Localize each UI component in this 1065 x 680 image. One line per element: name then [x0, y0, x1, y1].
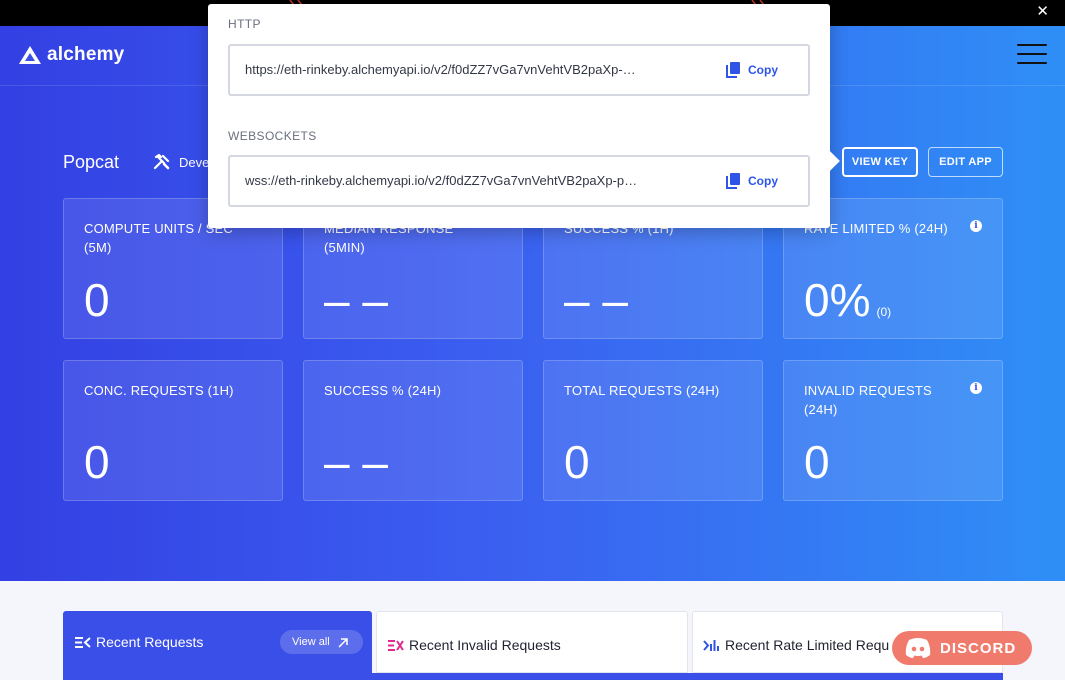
metric-value: – – — [324, 436, 388, 488]
websockets-section-label: WEBSOCKETS — [228, 129, 317, 143]
http-url-field[interactable]: https://eth-rinkeby.alchemyapi.io/v2/f0d… — [228, 44, 810, 96]
copy-websocket-button[interactable]: Copy — [726, 173, 778, 189]
metric-value: 0 — [564, 436, 590, 488]
metric-value: 0 — [804, 436, 830, 488]
alchemy-logo-icon — [19, 46, 41, 64]
tab-label: Recent Invalid Requests — [409, 637, 561, 653]
close-icon[interactable]: ✕ — [1036, 4, 1049, 20]
websocket-url-field[interactable]: wss://eth-rinkeby.alchemyapi.io/v2/f0dZZ… — [228, 155, 810, 207]
metric-card: CONC. REQUESTS (1H) 0 — [63, 360, 283, 501]
api-key-popover: HTTP https://eth-rinkeby.alchemyapi.io/v… — [208, 4, 840, 228]
requests-icon — [75, 637, 91, 648]
tools-icon — [153, 154, 170, 170]
metric-value: 0 — [84, 436, 110, 488]
tab-recent-invalid-requests[interactable]: Recent Invalid Requests — [376, 611, 688, 673]
rate-limit-icon — [703, 640, 719, 651]
metric-subvalue: (0) — [876, 305, 892, 319]
discord-button[interactable]: DISCORD — [892, 631, 1032, 665]
http-url[interactable]: https://eth-rinkeby.alchemyapi.io/v2/f0d… — [245, 62, 677, 77]
invalid-icon — [388, 640, 404, 651]
info-icon[interactable]: i — [970, 382, 982, 394]
copy-http-button[interactable]: Copy — [726, 62, 778, 78]
metric-card: SUCCESS % (24H) – – — [303, 360, 523, 501]
copy-icon — [726, 62, 740, 78]
tab-label: Recent Requests — [96, 634, 204, 650]
tab-label: Recent Rate Limited Requ — [725, 637, 890, 653]
metric-card: INVALID REQUESTS (24H) i 0 — [783, 360, 1003, 501]
discord-label: DISCORD — [940, 639, 1017, 657]
metric-label: CONC. REQUESTS (1H) — [84, 383, 234, 398]
copy-icon — [726, 173, 740, 189]
app-name: Popcat — [63, 152, 120, 172]
environment-tag: Deve — [153, 154, 209, 170]
metric-card: TOTAL REQUESTS (24H) 0 — [543, 360, 763, 501]
metric-value: – – — [564, 274, 628, 326]
tab-recent-requests[interactable]: Recent Requests View all — [63, 611, 372, 673]
info-icon[interactable]: i — [970, 220, 982, 232]
view-all-button[interactable]: View all — [280, 630, 363, 654]
brand-logo[interactable]: alchemy — [18, 44, 124, 66]
environment-label: Deve — [179, 154, 210, 170]
metric-label: SUCCESS % (24H) — [324, 383, 442, 398]
metric-label: TOTAL REQUESTS (24H) — [564, 383, 720, 398]
discord-icon — [905, 638, 931, 658]
view-key-button[interactable]: VIEW KEY — [842, 147, 918, 177]
http-section-label: HTTP — [228, 17, 261, 31]
tab-indicator-bar — [63, 673, 1003, 680]
menu-icon[interactable] — [1017, 44, 1047, 66]
metric-value: – – — [324, 274, 388, 326]
brand-name: alchemy — [47, 44, 125, 65]
websocket-url[interactable]: wss://eth-rinkeby.alchemyapi.io/v2/f0dZZ… — [245, 173, 677, 188]
metric-value: 0 — [84, 274, 110, 326]
metric-label: INVALID REQUESTS (24H) — [804, 383, 932, 417]
requests-tabs: Recent Requests View all Recent Invalid … — [63, 611, 1003, 680]
edit-app-button[interactable]: EDIT APP — [928, 147, 1003, 177]
arrow-up-right-icon — [338, 638, 348, 648]
metric-value: 0% (0) — [804, 274, 892, 326]
